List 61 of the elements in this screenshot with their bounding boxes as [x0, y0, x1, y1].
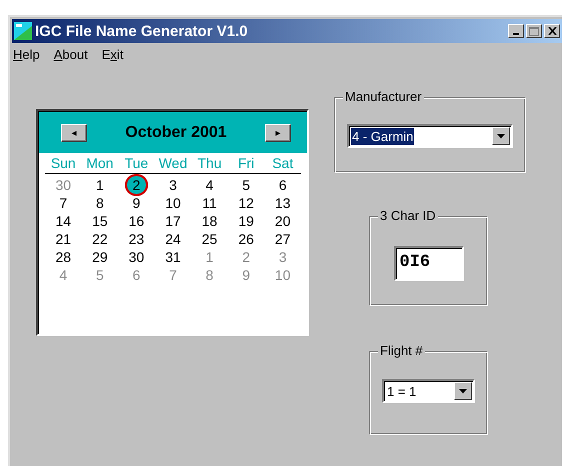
- weekday-label: Tue: [118, 153, 155, 174]
- calendar-day[interactable]: 18: [196, 212, 224, 230]
- app-icon: [14, 22, 32, 40]
- calendar-day[interactable]: 6: [272, 176, 293, 194]
- calendar-day[interactable]: 25: [196, 230, 224, 248]
- group-label: Flight #: [378, 343, 425, 358]
- calendar-day[interactable]: 15: [86, 212, 114, 230]
- calendar-day[interactable]: 24: [159, 230, 187, 248]
- next-month-button[interactable]: ▸: [264, 124, 291, 142]
- weekday-label: Thu: [191, 153, 228, 174]
- maximize-button[interactable]: [526, 24, 542, 38]
- calendar-day[interactable]: 13: [268, 194, 296, 212]
- calendar-day[interactable]: 27: [268, 230, 296, 248]
- menu-item[interactable]: Exit: [102, 47, 124, 67]
- calendar-day[interactable]: 3: [163, 176, 183, 194]
- calendar-day[interactable]: 11: [196, 194, 223, 212]
- weekday-label: Mon: [82, 153, 118, 174]
- calendar-day[interactable]: 9: [126, 194, 146, 212]
- calendar-day[interactable]: 17: [159, 212, 187, 230]
- manufacturer-dropdown[interactable]: 4 - Garmin: [347, 124, 513, 148]
- flight-number-dropdown[interactable]: 1 = 1: [382, 379, 475, 403]
- group-label: Manufacturer: [343, 89, 424, 104]
- maximize-icon: [529, 26, 539, 36]
- close-button[interactable]: [544, 24, 560, 38]
- calendar-day[interactable]: 7: [53, 194, 74, 212]
- close-icon: [548, 27, 556, 35]
- previous-month-button[interactable]: ◂: [61, 124, 87, 142]
- id-input-field[interactable]: 0I6: [394, 246, 464, 281]
- menu-item[interactable]: About: [54, 47, 88, 67]
- calendar-day[interactable]: 12: [232, 194, 260, 212]
- minimize-button[interactable]: [508, 24, 524, 38]
- weekday-label: Wed: [154, 153, 192, 174]
- calendar-day[interactable]: 23: [122, 230, 150, 248]
- calendar-day[interactable]: 26: [232, 230, 260, 248]
- window-title: IGC File Name Generator V1.0: [35, 22, 249, 40]
- weekday-label: Sun: [45, 153, 82, 174]
- calendar-day[interactable]: 30: [122, 248, 150, 266]
- calendar-day[interactable]: 4: [200, 176, 220, 194]
- dropdown-button[interactable]: [492, 127, 510, 145]
- weekday-label: Fri: [228, 153, 264, 174]
- month-title: October 2001: [125, 124, 227, 142]
- calendar-day[interactable]: 8: [90, 194, 110, 212]
- menu-item[interactable]: Help: [13, 47, 40, 67]
- calendar-day[interactable]: 1: [90, 176, 110, 194]
- calendar-day[interactable]: 31: [159, 248, 187, 266]
- calendar-day[interactable]: 22: [86, 230, 114, 248]
- calendar-day[interactable]: 20: [268, 212, 296, 230]
- calendar-day[interactable]: 29: [86, 248, 114, 266]
- calendar-day[interactable]: 19: [232, 212, 260, 230]
- calendar-day[interactable]: 2: [126, 176, 146, 194]
- calendar-day[interactable]: 5: [236, 176, 256, 194]
- caret-icon: [459, 388, 467, 394]
- caret-icon: [497, 134, 505, 138]
- group-label: 3 Char ID: [378, 208, 438, 223]
- calendar-day[interactable]: 21: [49, 230, 78, 248]
- dropdown-button[interactable]: [454, 382, 472, 400]
- weekday-label: Sat: [264, 153, 301, 174]
- calendar-day[interactable]: 10: [159, 194, 187, 212]
- calendar-day[interactable]: 16: [122, 212, 150, 230]
- calendar-day[interactable]: 28: [49, 248, 78, 266]
- calendar-day[interactable]: 14: [49, 212, 78, 230]
